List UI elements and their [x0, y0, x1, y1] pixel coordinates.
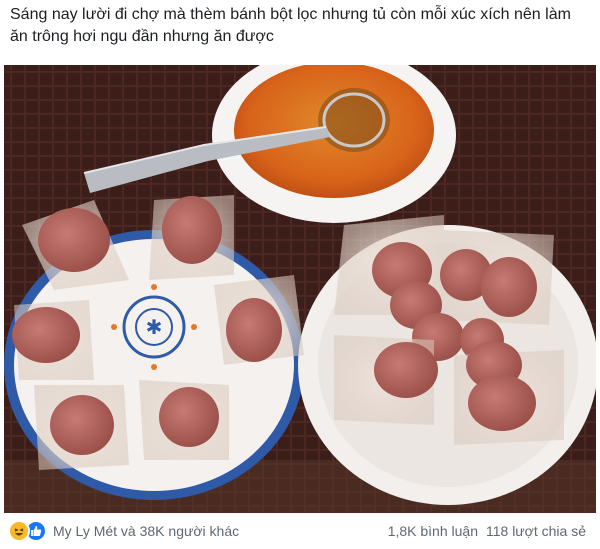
- reactions-summary[interactable]: My Ly Mét và 38K người khác: [0, 520, 239, 542]
- post-stats: 1,8K bình luận 118 lượt chia sẻ: [388, 523, 600, 539]
- facebook-post: Sáng nay lười đi chợ mà thèm bánh bột lọ…: [0, 0, 600, 549]
- comments-count[interactable]: 1,8K bình luận: [388, 523, 478, 539]
- post-caption: Sáng nay lười đi chợ mà thèm bánh bột lọ…: [10, 6, 571, 45]
- haha-react-icon: [8, 520, 30, 542]
- post-footer: My Ly Mét và 38K người khác 1,8K bình lu…: [0, 513, 600, 549]
- reactions-label[interactable]: My Ly Mét và 38K người khác: [53, 523, 239, 539]
- svg-text:✱: ✱: [146, 315, 163, 339]
- shares-count[interactable]: 118 lượt chia sẻ: [486, 523, 586, 539]
- post-photo[interactable]: ✱: [4, 65, 596, 513]
